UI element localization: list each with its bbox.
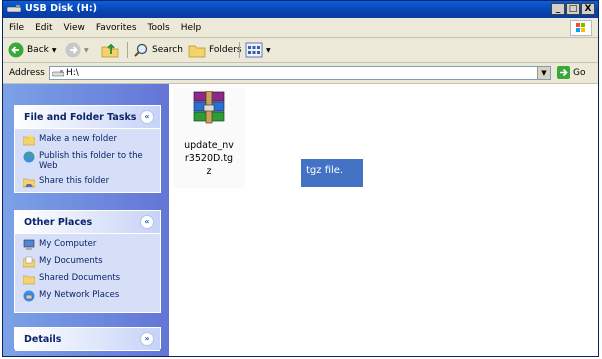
- toolbar-separator: [239, 42, 240, 58]
- address-label: Address: [9, 68, 45, 78]
- task-label: Make a new folder: [39, 134, 117, 144]
- place-shared-documents[interactable]: Shared Documents: [23, 273, 152, 285]
- toolbar-separator: [127, 42, 128, 58]
- search-label: Search: [152, 45, 183, 55]
- collapse-chevron-icon[interactable]: «: [140, 110, 154, 124]
- chevron-down-icon: ▼: [266, 46, 271, 54]
- task-publish-to-web[interactable]: Publish this folder to the Web: [23, 151, 152, 171]
- address-value: H:\: [66, 68, 79, 78]
- task-share-folder[interactable]: Share this folder: [23, 176, 152, 188]
- place-label: My Documents: [39, 256, 103, 266]
- file-name-line: update_nv: [184, 140, 234, 151]
- other-places-panel: Other Places « My Computer My Documents …: [14, 210, 161, 313]
- computer-icon: [23, 239, 35, 250]
- task-make-new-folder[interactable]: Make a new folder: [23, 134, 152, 146]
- views-grid-icon: [245, 42, 263, 58]
- go-arrow-icon: [557, 66, 570, 79]
- place-label: My Computer: [39, 239, 97, 249]
- go-label: Go: [573, 67, 586, 78]
- forward-button[interactable]: ▼: [65, 41, 89, 59]
- drive-icon: [7, 5, 21, 13]
- file-item[interactable]: update_nv r3520D.tg z: [173, 88, 245, 188]
- winrar-archive-icon: [193, 91, 225, 124]
- network-icon: [23, 290, 35, 302]
- forward-arrow-icon: [65, 42, 81, 58]
- panel-title: File and Folder Tasks: [24, 112, 137, 123]
- task-pane: File and Folder Tasks « Make a new folde…: [3, 84, 169, 356]
- panel-title: Details: [24, 334, 62, 345]
- maximize-button[interactable]: □: [566, 3, 580, 15]
- search-icon: [134, 43, 148, 57]
- new-folder-icon: [23, 134, 35, 146]
- task-label: Share this folder: [39, 176, 110, 186]
- globe-icon: [23, 151, 35, 163]
- up-folder-button[interactable]: [101, 41, 119, 59]
- title-bar[interactable]: USB Disk (H:) _ □ X: [3, 1, 598, 18]
- menu-favorites[interactable]: Favorites: [96, 23, 137, 33]
- drive-icon: [52, 70, 64, 77]
- panel-header[interactable]: Other Places «: [15, 211, 160, 234]
- place-my-network-places[interactable]: My Network Places: [23, 290, 152, 302]
- window-title: USB Disk (H:): [25, 3, 97, 14]
- file-list-area[interactable]: update_nv r3520D.tg z tgz file.: [169, 84, 598, 356]
- expand-chevron-icon[interactable]: »: [140, 332, 154, 346]
- place-my-computer[interactable]: My Computer: [23, 239, 152, 251]
- folders-label: Folders: [209, 45, 242, 55]
- menu-bar: File Edit View Favorites Tools Help: [3, 19, 598, 38]
- file-folder-tasks-panel: File and Folder Tasks « Make a new folde…: [14, 105, 161, 193]
- back-button[interactable]: Back ▼: [8, 41, 56, 59]
- up-folder-icon: [101, 43, 119, 58]
- minimize-button[interactable]: _: [551, 3, 565, 15]
- file-name-line: r3520D.tg: [184, 153, 234, 164]
- panel-header[interactable]: File and Folder Tasks «: [15, 106, 160, 129]
- details-panel: Details »: [14, 327, 161, 351]
- menu-file[interactable]: File: [9, 23, 24, 33]
- panel-title: Other Places: [24, 217, 93, 228]
- annotation-callout: tgz file.: [301, 159, 363, 187]
- file-name-line: z: [206, 166, 212, 177]
- back-label: Back: [27, 45, 49, 55]
- place-label: My Network Places: [39, 290, 120, 300]
- place-my-documents[interactable]: My Documents: [23, 256, 152, 268]
- address-bar: Address H:\ ▼ Go: [3, 63, 598, 84]
- place-label: Shared Documents: [39, 273, 121, 283]
- windows-logo-icon: [570, 20, 592, 36]
- back-arrow-icon: [8, 42, 24, 58]
- task-label: Publish this folder to the Web: [39, 151, 143, 171]
- annotation-text: tgz file.: [306, 165, 344, 176]
- collapse-chevron-icon[interactable]: «: [140, 215, 154, 229]
- explorer-window: USB Disk (H:) _ □ X File Edit View Favor…: [2, 0, 599, 357]
- toolbar: Back ▼ ▼ Search Folders ▼: [3, 38, 598, 63]
- chevron-down-icon: ▼: [84, 46, 89, 54]
- share-folder-icon: [23, 178, 35, 188]
- address-dropdown-button[interactable]: ▼: [537, 67, 550, 79]
- folder-icon: [188, 45, 206, 58]
- shared-folder-icon: [23, 275, 35, 285]
- menu-tools[interactable]: Tools: [148, 23, 170, 33]
- search-button[interactable]: Search: [133, 41, 183, 59]
- folders-button[interactable]: Folders: [188, 41, 242, 59]
- close-button[interactable]: X: [581, 3, 595, 15]
- menu-view[interactable]: View: [64, 23, 85, 33]
- address-input[interactable]: H:\ ▼: [49, 66, 551, 80]
- views-button[interactable]: ▼: [245, 41, 271, 59]
- menu-edit[interactable]: Edit: [35, 23, 52, 33]
- file-name: update_nv r3520D.tg z: [173, 139, 245, 178]
- chevron-down-icon: ▼: [51, 46, 57, 54]
- documents-folder-icon: [23, 256, 35, 268]
- menu-help[interactable]: Help: [181, 23, 202, 33]
- go-button[interactable]: Go: [557, 66, 585, 79]
- panel-header[interactable]: Details »: [15, 328, 160, 351]
